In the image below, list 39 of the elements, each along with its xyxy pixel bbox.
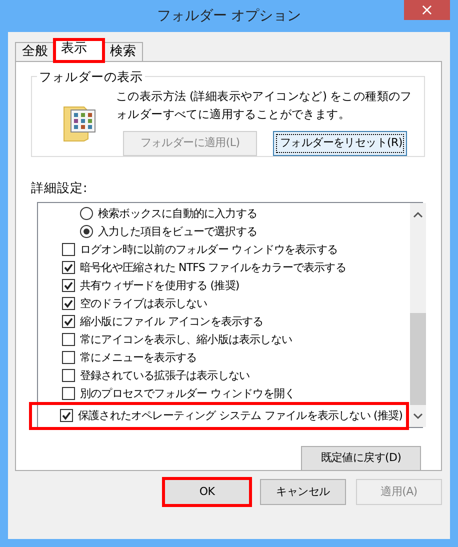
scrollbar[interactable] — [410, 202, 426, 427]
radio-button[interactable] — [80, 207, 93, 220]
cancel-button[interactable]: キャンセル — [260, 479, 346, 505]
checkbox[interactable] — [62, 387, 75, 400]
checkbox[interactable] — [62, 261, 75, 274]
option-label: 検索ボックスに自動的に入力する — [98, 206, 258, 222]
option-label: 登録されている拡張子は表示しない — [80, 368, 250, 384]
radio-button[interactable] — [80, 225, 93, 238]
option-label: 暗号化や圧縮された NTFS ファイルをカラーで表示する — [80, 260, 346, 276]
restore-defaults-button[interactable]: 既定値に戻す(D) — [301, 446, 421, 471]
close-button[interactable]: × — [404, 0, 450, 20]
checkbox[interactable] — [62, 243, 75, 256]
checkbox[interactable] — [62, 315, 75, 328]
option-label: 常にアイコンを表示し、縮小版は表示しない — [80, 332, 292, 348]
option-label: 縮小版にファイル アイコンを表示する — [80, 314, 264, 330]
checkbox[interactable] — [62, 279, 75, 292]
option-label: ログオン時に以前のフォルダー ウィンドウを表示する — [80, 242, 338, 258]
scroll-down-icon[interactable] — [413, 412, 424, 420]
option-label: 入力した項目をビューで選択する — [98, 224, 258, 240]
tab[interactable]: 検索 — [103, 42, 143, 62]
scroll-up-icon[interactable] — [413, 210, 424, 219]
option-label: 常にメニューを表示する — [80, 350, 197, 366]
checkbox[interactable] — [62, 369, 75, 382]
option-label: 共有ウィザードを使用する (推奨) — [80, 278, 240, 294]
description-text: この表示方法 (詳細表示やアイコンなど) をこの種類のフォルダーすべてに適用することができます。 — [116, 88, 413, 123]
tab[interactable]: 全般 — [15, 42, 55, 62]
ok-button[interactable]: OK — [164, 479, 250, 505]
checkbox[interactable] — [62, 297, 75, 310]
option-label: 保護されたオペレーティング システム ファイルを表示しない (推奨) — [78, 408, 402, 424]
checkbox[interactable] — [60, 409, 73, 422]
checkbox[interactable] — [62, 351, 75, 364]
window-title: フォルダー オプション — [156, 6, 302, 26]
option-label: 別のプロセスでフォルダー ウィンドウを開く — [80, 386, 296, 402]
tab[interactable]: 表示 — [54, 39, 104, 62]
reset-folders-button[interactable]: フォルダーをリセット(R) — [273, 131, 407, 156]
scroll-thumb[interactable] — [410, 312, 426, 405]
advanced-settings-label: 詳細設定: — [31, 180, 88, 195]
checkbox[interactable] — [62, 333, 75, 346]
option-label: 空のドライブは表示しない — [80, 296, 208, 312]
